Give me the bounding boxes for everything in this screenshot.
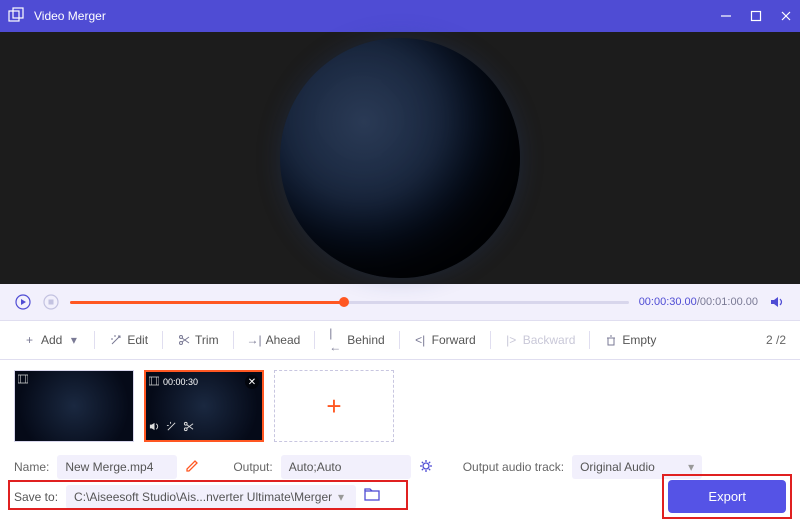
clip-thumbnails: 00:00:30 ✕ + xyxy=(0,360,800,452)
behind-label: Behind xyxy=(347,333,384,347)
stop-button[interactable] xyxy=(42,293,60,311)
open-folder-icon[interactable] xyxy=(364,488,380,505)
saveto-combo[interactable]: C:\Aiseesoft Studio\Ais...nverter Ultima… xyxy=(66,485,356,509)
audio-track-combo[interactable]: Original Audio ▾ xyxy=(572,455,702,479)
name-input[interactable] xyxy=(57,455,177,479)
export-button[interactable]: Export xyxy=(668,480,786,513)
toolbar: + Add ▾ Edit Trim →| Ahead |← Behind <| Forwa… xyxy=(0,320,800,360)
edit-clip-icon[interactable] xyxy=(166,419,177,437)
maximize-button[interactable] xyxy=(750,10,762,22)
backward-icon: |> xyxy=(505,334,518,347)
clip-thumb-selected[interactable]: 00:00:30 ✕ xyxy=(144,370,264,442)
add-button[interactable]: + Add ▾ xyxy=(14,329,89,351)
playback-controls: 00:00:30.00/00:01:00.00 xyxy=(0,284,800,320)
clip-thumb[interactable] xyxy=(14,370,134,442)
empty-button[interactable]: Empty xyxy=(595,329,665,351)
wand-icon xyxy=(109,334,122,347)
audio-value: Original Audio xyxy=(580,460,682,474)
ahead-label: Ahead xyxy=(266,333,301,347)
audio-track-label: Output audio track: xyxy=(463,460,564,474)
output-settings-icon[interactable] xyxy=(419,459,433,476)
seek-slider[interactable] xyxy=(70,301,629,304)
scissors-icon xyxy=(177,334,190,347)
output-label: Output: xyxy=(233,460,272,474)
edit-button[interactable]: Edit xyxy=(100,329,157,351)
forward-label: Forward xyxy=(432,333,476,347)
trim-button[interactable]: Trim xyxy=(168,329,228,351)
film-icon xyxy=(149,376,159,388)
trim-label: Trim xyxy=(195,333,219,347)
forward-button[interactable]: <| Forward xyxy=(405,329,485,351)
plus-icon: + xyxy=(326,391,341,422)
forward-icon: <| xyxy=(414,334,427,347)
behind-icon: |← xyxy=(329,334,342,347)
chevron-down-icon: ▾ xyxy=(338,490,344,504)
play-button[interactable] xyxy=(14,293,32,311)
add-clip-slot[interactable]: + xyxy=(274,370,394,442)
trim-clip-icon[interactable] xyxy=(183,419,194,437)
plus-icon: + xyxy=(23,334,36,347)
minimize-button[interactable] xyxy=(720,10,732,22)
audio-icon[interactable] xyxy=(149,419,160,437)
chevron-down-icon: ▾ xyxy=(688,460,694,474)
trash-icon xyxy=(604,334,617,347)
ahead-button[interactable]: →| Ahead xyxy=(239,329,310,351)
close-button[interactable] xyxy=(780,10,792,22)
add-label: Add xyxy=(41,333,62,347)
titlebar: Video Merger xyxy=(0,0,800,32)
video-preview xyxy=(0,32,800,284)
backward-button: |> Backward xyxy=(496,329,585,351)
edit-label: Edit xyxy=(127,333,148,347)
app-logo-icon xyxy=(8,7,26,25)
saveto-path: C:\Aiseesoft Studio\Ais...nverter Ultima… xyxy=(74,490,334,504)
edit-name-icon[interactable] xyxy=(185,459,199,476)
clip-duration: 00:00:30 xyxy=(163,377,198,387)
page-count: 2 /2 xyxy=(766,333,786,347)
footer: Save to: C:\Aiseesoft Studio\Ais...nvert… xyxy=(14,480,786,513)
saveto-label: Save to: xyxy=(14,490,58,504)
output-value: Auto;Auto xyxy=(289,460,403,474)
name-label: Name: xyxy=(14,460,49,474)
preview-frame xyxy=(280,38,520,278)
empty-label: Empty xyxy=(622,333,656,347)
film-icon xyxy=(18,374,28,386)
backward-label: Backward xyxy=(523,333,576,347)
behind-button[interactable]: |← Behind xyxy=(320,329,393,351)
volume-icon[interactable] xyxy=(768,293,786,311)
chevron-down-icon: ▾ xyxy=(67,334,80,347)
output-combo[interactable]: Auto;Auto xyxy=(281,455,411,479)
window-title: Video Merger xyxy=(34,9,720,23)
timecode: 00:00:30.00/00:01:00.00 xyxy=(639,296,758,308)
ahead-icon: →| xyxy=(248,334,261,347)
remove-clip-button[interactable]: ✕ xyxy=(245,375,259,389)
